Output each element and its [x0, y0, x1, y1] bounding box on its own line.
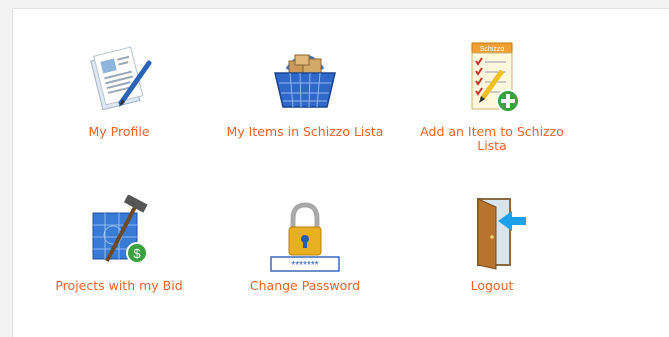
blueprint-hammer-dollar-icon: $ [79, 195, 159, 275]
logout-label: Logout [470, 278, 514, 293]
my-items-tile[interactable]: My Items in Schizzo Lista [210, 41, 400, 139]
my-profile-label: My Profile [88, 124, 150, 139]
change-password-tile[interactable]: ******* Change Password [210, 195, 400, 293]
checklist-header-text: Schizzo [480, 46, 505, 53]
my-items-label: My Items in Schizzo Lista [226, 124, 384, 139]
add-item-tile[interactable]: Schizzo Add an Item to Schizzo Lista [397, 41, 587, 153]
projects-bid-label: Projects with my Bid [55, 278, 183, 293]
projects-bid-tile[interactable]: $ Projects with my Bid [24, 195, 214, 293]
profile-document-icon [79, 41, 159, 121]
change-password-label: Change Password [249, 278, 361, 293]
shopping-basket-icon [265, 41, 345, 121]
dashboard-panel: My Profile My Items in Schizzo Lista Sch… [12, 8, 669, 337]
padlock-password-icon: ******* [265, 195, 345, 275]
my-profile-tile[interactable]: My Profile [24, 41, 214, 139]
checklist-add-icon: Schizzo [452, 41, 532, 121]
add-item-label: Add an Item to Schizzo Lista [420, 124, 564, 153]
password-field-text: ******* [291, 260, 318, 271]
door-exit-icon [452, 195, 532, 275]
logout-tile[interactable]: Logout [397, 195, 587, 293]
svg-text:$: $ [133, 246, 141, 261]
